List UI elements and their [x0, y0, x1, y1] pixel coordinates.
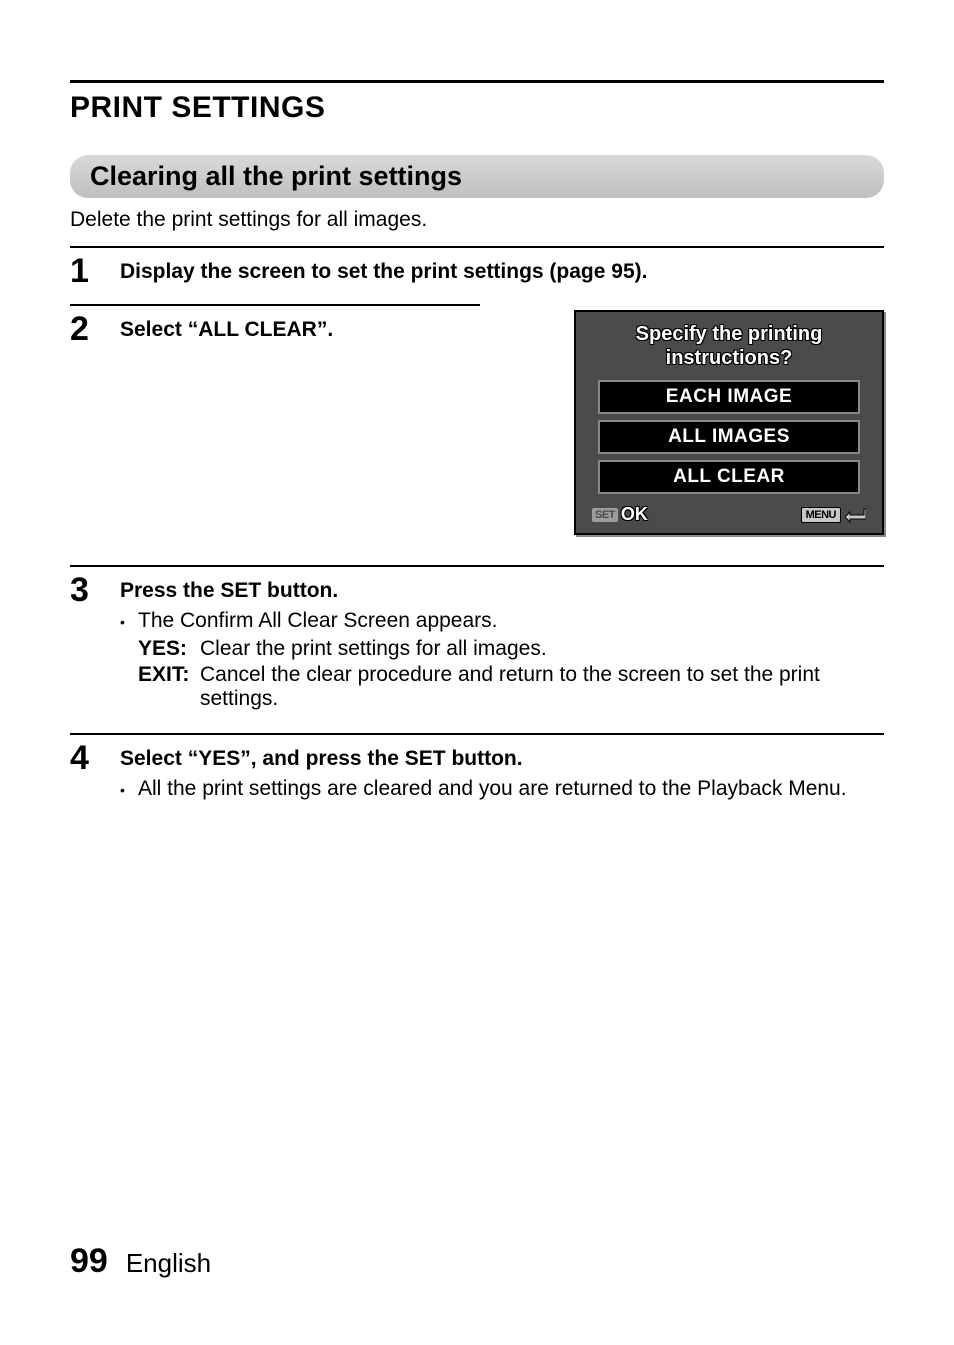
step-heading: Press the SET button. — [120, 579, 884, 603]
step-heading: Select “ALL CLEAR”. — [120, 318, 554, 342]
page-language: English — [126, 1248, 211, 1279]
def-label: YES: — [138, 637, 200, 661]
def-exit: EXIT: Cancel the clear procedure and ret… — [138, 663, 884, 711]
step-heading: Select “YES”, and press the SET button. — [120, 747, 884, 771]
step-heading: Display the screen to set the print sett… — [120, 260, 884, 284]
step-3: 3 Press the SET button. The Confirm All … — [70, 573, 884, 713]
ok-label: OK — [621, 504, 648, 525]
device-option-all-clear[interactable]: ALL CLEAR — [598, 460, 860, 494]
step-4: 4 Select “YES”, and press the SET button… — [70, 741, 884, 805]
device-option-each-image[interactable]: EACH IMAGE — [598, 380, 860, 414]
return-icon — [844, 507, 866, 523]
device-prompt-line1: Specify the printing — [636, 323, 823, 345]
def-text: Clear the print settings for all images. — [200, 637, 884, 661]
page-number: 99 — [70, 1242, 108, 1281]
def-label: EXIT: — [138, 663, 200, 687]
device-prompt-line2: instructions? — [666, 347, 793, 369]
step-bullet: All the print settings are cleared and y… — [120, 777, 884, 801]
def-text: Cancel the clear procedure and return to… — [200, 663, 884, 711]
section-header: Clearing all the print settings — [70, 155, 884, 198]
step-number: 2 — [70, 312, 100, 346]
set-badge: SET — [592, 508, 618, 522]
menu-badge: MENU — [801, 507, 841, 523]
step-number: 3 — [70, 573, 100, 607]
device-prompt: Specify the printing instructions? — [588, 322, 870, 370]
step-number: 1 — [70, 254, 100, 288]
device-option-all-images[interactable]: ALL IMAGES — [598, 420, 860, 454]
step-bullet: The Confirm All Clear Screen appears. — [120, 609, 884, 633]
step-1: 1 Display the screen to set the print se… — [70, 254, 884, 290]
page-title: PRINT SETTINGS — [70, 91, 884, 125]
step-number: 4 — [70, 741, 100, 775]
step-2: 2 Select “ALL CLEAR”. — [70, 312, 554, 348]
section-description: Delete the print settings for all images… — [70, 208, 884, 232]
set-ok-indicator: SET OK — [592, 504, 648, 525]
device-screen-mock: Specify the printing instructions? EACH … — [574, 310, 884, 535]
def-yes: YES: Clear the print settings for all im… — [138, 637, 884, 661]
menu-return-indicator: MENU — [801, 507, 866, 523]
